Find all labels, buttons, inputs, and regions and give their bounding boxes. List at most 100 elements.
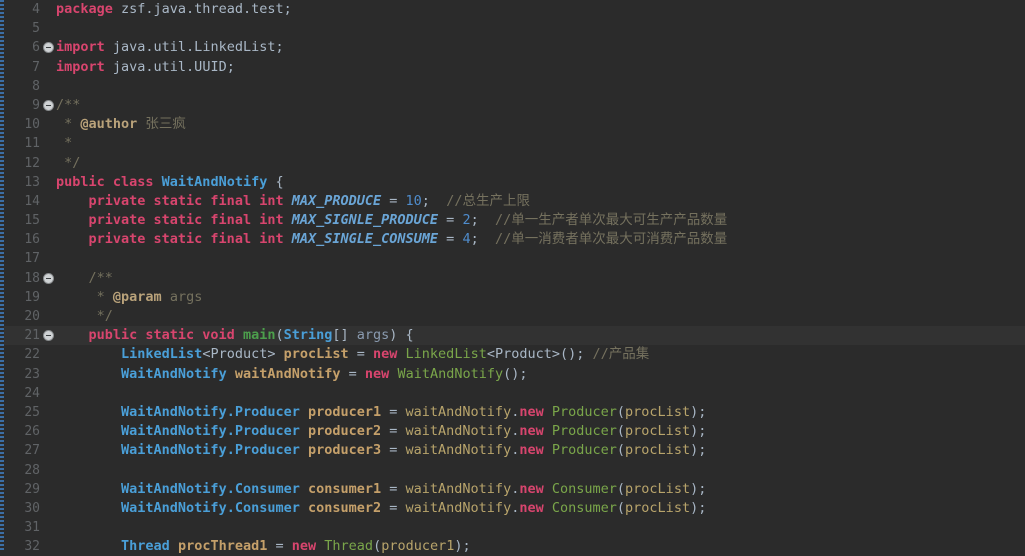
code-line[interactable]: 15 private static final int MAX_SIGNLE_P…	[0, 211, 1025, 230]
token-ctor: LinkedList	[405, 346, 487, 363]
token-punct: (	[616, 499, 626, 516]
token-var: procList	[625, 499, 691, 516]
fold-collapse-icon[interactable]	[43, 272, 54, 284]
token-var: procList	[625, 442, 691, 459]
line-number: 32	[24, 539, 40, 555]
code-line[interactable]: 20 */	[0, 307, 1025, 326]
code-line[interactable]: 9/**	[0, 96, 1025, 115]
token-kw: package	[56, 1, 113, 17]
code-editor[interactable]: 4 package zsf.java.thread.test; 5 6 import j…	[0, 0, 1025, 554]
code-lines-container[interactable]: 4 package zsf.java.thread.test; 5 6 import j…	[0, 0, 1025, 554]
token-plain: ;	[470, 212, 495, 229]
code-line-text: */	[42, 154, 1025, 173]
code-line-text: WaitAndNotify.Consumer consumer2 = waitA…	[42, 499, 1025, 518]
token-num: 2	[462, 212, 471, 229]
code-line[interactable]: 6 import java.util.LinkedList;	[0, 38, 1025, 57]
token-meth: main	[242, 327, 276, 344]
token-type: WaitAndNotify.Producer	[121, 423, 300, 440]
code-line[interactable]: 28	[0, 461, 1025, 480]
code-line[interactable]: 18 /**	[0, 269, 1025, 288]
token-type: WaitAndNotify.Producer	[121, 442, 300, 459]
code-line-text: *	[42, 134, 1025, 153]
code-line[interactable]: 29 WaitAndNotify.Consumer consumer1 = wa…	[0, 480, 1025, 499]
token-kw: new	[519, 480, 544, 497]
code-line[interactable]: 7 import java.util.UUID;	[0, 58, 1025, 77]
token-plain: =	[381, 192, 406, 209]
line-number: 17	[24, 251, 40, 267]
line-number: 18	[0, 269, 54, 288]
code-line-text	[42, 384, 1025, 403]
token-kw: new	[364, 365, 390, 382]
code-line[interactable]: 24	[0, 384, 1025, 403]
token-punct: ();	[559, 346, 593, 363]
token-type: String	[283, 327, 333, 344]
token-var: waitAndNotify	[405, 480, 512, 497]
code-line[interactable]: 27 WaitAndNotify.Producer producer3 = wa…	[0, 441, 1025, 460]
code-line[interactable]: 25 WaitAndNotify.Producer producer1 = wa…	[0, 403, 1025, 422]
token-kw: private static final int	[88, 212, 284, 229]
line-number: 6	[0, 38, 54, 57]
token-local: producer1	[307, 403, 382, 420]
code-line[interactable]: 30 WaitAndNotify.Consumer consumer2 = wa…	[0, 499, 1025, 518]
code-line[interactable]: 11 *	[0, 134, 1025, 153]
code-line[interactable]: 23 WaitAndNotify waitAndNotify = new Wai…	[0, 365, 1025, 384]
code-line[interactable]: 14 private static final int MAX_PRODUCE …	[0, 192, 1025, 211]
code-line[interactable]: 21 public static void main(String[] args…	[0, 326, 1025, 346]
code-line-text: import java.util.UUID;	[42, 58, 1025, 77]
code-line-text: WaitAndNotify.Producer producer2 = waitA…	[42, 422, 1025, 441]
code-line[interactable]: 17	[0, 249, 1025, 268]
code-line[interactable]: 13 public class WaitAndNotify {	[0, 173, 1025, 192]
token-kw: public static void	[88, 327, 243, 344]
code-line[interactable]: 10 * @author 张三疯	[0, 115, 1025, 134]
token-cmt: //单一消费者单次最大可消费产品数量	[494, 231, 728, 248]
token-cmt: *	[56, 116, 81, 133]
code-line[interactable]: 19 * @param args	[0, 288, 1025, 307]
code-line[interactable]: 32 Thread procThread1 = new Thread(produ…	[0, 537, 1025, 556]
token-kw: import	[56, 58, 105, 75]
code-line[interactable]: 31	[0, 518, 1025, 537]
line-number: 30	[24, 500, 40, 516]
token-punct: );	[690, 442, 707, 459]
token-local: producer3	[307, 442, 382, 459]
line-number: 22	[24, 347, 40, 363]
line-number: 27	[24, 443, 40, 459]
token-punct: );	[690, 423, 707, 440]
line-number: 26	[24, 424, 40, 440]
code-line[interactable]: 5	[0, 19, 1025, 38]
code-line[interactable]: 4 package zsf.java.thread.test;	[0, 0, 1025, 19]
fold-collapse-icon[interactable]	[43, 99, 54, 111]
token-ctor: WaitAndNotify	[397, 365, 504, 382]
token-type: WaitAndNotify	[161, 173, 268, 190]
code-line-text: /**	[42, 96, 1025, 115]
token-kw: private static final int	[88, 231, 284, 248]
code-line[interactable]: 8	[0, 77, 1025, 96]
token-plain: =	[381, 403, 406, 420]
vcs-change-marker-strip	[0, 0, 4, 552]
token-var: procList	[625, 423, 691, 440]
token-plain: =	[381, 480, 406, 497]
code-line[interactable]: 22 LinkedList<Product> procList = new Li…	[0, 345, 1025, 364]
code-line[interactable]: 12 */	[0, 154, 1025, 173]
token-plain: java.util.LinkedList;	[104, 39, 284, 56]
line-number: 13	[24, 174, 40, 190]
line-number: 12	[24, 155, 40, 171]
token-local: waitAndNotify	[234, 365, 341, 382]
token-type: WaitAndNotify.Producer	[121, 403, 300, 420]
code-line-text	[42, 461, 1025, 480]
code-line[interactable]: 26 WaitAndNotify.Producer producer2 = wa…	[0, 422, 1025, 441]
code-line[interactable]: 16 private static final int MAX_SINGLE_C…	[0, 230, 1025, 249]
token-cmt: */	[56, 308, 113, 324]
token-plain: =	[438, 231, 463, 248]
line-number: 21	[0, 326, 54, 345]
line-number: 15	[24, 213, 40, 229]
